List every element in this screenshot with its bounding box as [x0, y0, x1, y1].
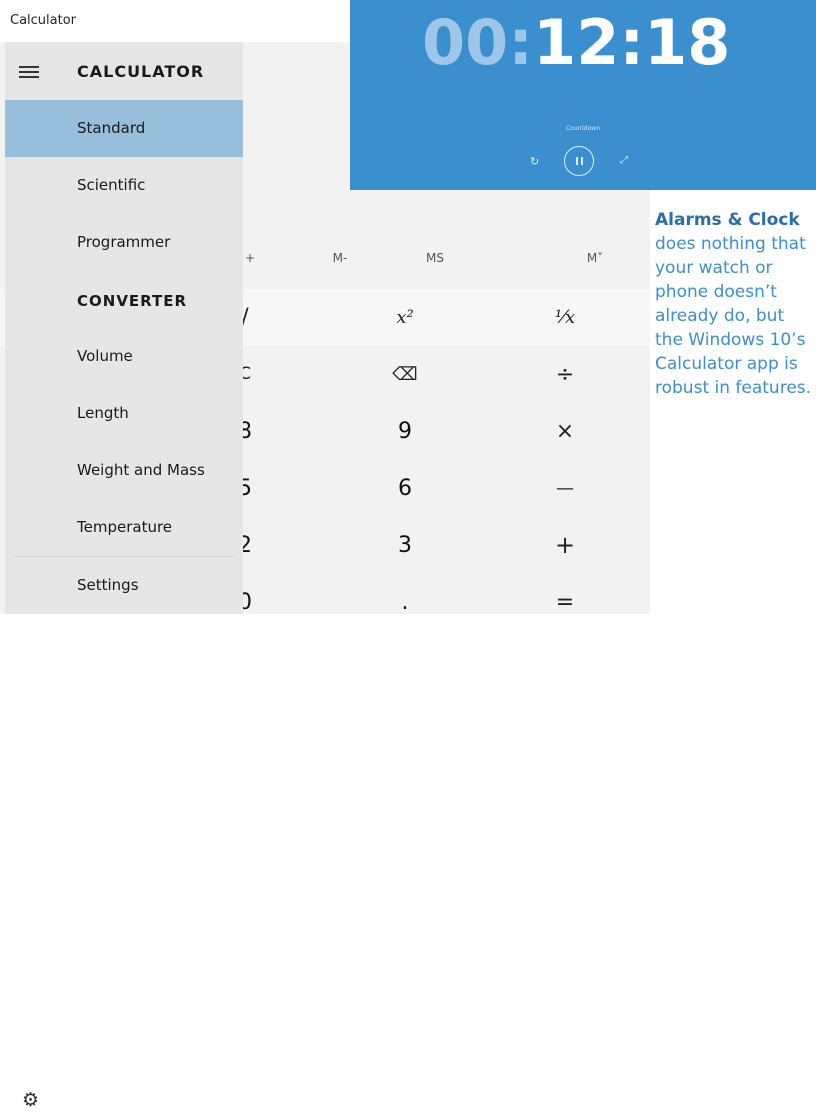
nav-item-label: Standard — [77, 119, 146, 137]
timer-seconds: 18 — [644, 6, 731, 79]
converter-heading: CONVERTER — [77, 292, 188, 310]
nav-item-temperature[interactable]: Temperature — [5, 499, 243, 556]
key-equals[interactable]: = — [535, 574, 595, 631]
article-caption: Alarms & Clock does nothing that your wa… — [655, 208, 816, 400]
key-decimal[interactable]: . — [375, 574, 435, 631]
nav-item-label: Length — [77, 404, 129, 422]
hamburger-icon[interactable] — [19, 66, 39, 78]
gear-icon: ⚙ — [22, 1089, 40, 1111]
nav-item-standard[interactable]: Standard — [5, 100, 243, 157]
nav-item-settings[interactable]: ⚙ Settings — [5, 557, 243, 1110]
key-divide[interactable]: ÷ — [535, 346, 595, 403]
caption-text: does nothing that your watch or phone do… — [655, 234, 812, 398]
timer-display: 00:12:18 — [422, 6, 730, 79]
memory-list-button[interactable]: M˅ — [550, 227, 640, 289]
timer-panel: 00:12:18 Countdown ↻ ⤢ — [350, 0, 816, 190]
reset-icon[interactable]: ↻ — [530, 155, 539, 168]
key-add[interactable]: + — [535, 517, 595, 574]
key-9[interactable]: 9 — [375, 403, 435, 460]
key-subtract[interactable]: — — [535, 460, 595, 517]
key-square[interactable]: x² — [375, 289, 435, 346]
expand-icon[interactable]: ⤢ — [620, 155, 628, 166]
window-title: Calculator — [10, 13, 77, 28]
navigation-pane: CALCULATOR Standard Scientific Programme… — [5, 42, 243, 1110]
nav-item-label: Settings — [77, 576, 139, 594]
timer-separator: : — [508, 6, 534, 79]
timer-label: Countdown — [565, 125, 600, 132]
pause-icon[interactable] — [564, 146, 594, 176]
nav-item-weight-and-mass[interactable]: Weight and Mass — [5, 442, 243, 499]
timer-minutes: 12 — [533, 6, 620, 79]
nav-title: CALCULATOR — [77, 62, 205, 81]
nav-item-label: Volume — [77, 347, 133, 365]
timer-separator: : — [619, 6, 645, 79]
memory-subtract-button[interactable]: M- — [295, 227, 385, 289]
nav-item-label: Scientific — [77, 176, 146, 194]
key-backspace[interactable]: ⌫ — [375, 346, 435, 403]
nav-item-label: Temperature — [77, 518, 173, 536]
caption-bold: Alarms & Clock — [655, 210, 800, 230]
key-reciprocal[interactable]: ¹⁄x — [535, 289, 595, 346]
memory-store-button[interactable]: MS — [390, 227, 480, 289]
backspace-icon: ⌫ — [392, 364, 418, 385]
key-6[interactable]: 6 — [375, 460, 435, 517]
nav-item-label: Programmer — [77, 233, 171, 251]
nav-header: CALCULATOR — [5, 42, 243, 100]
nav-item-programmer[interactable]: Programmer — [5, 214, 243, 271]
nav-item-label: Weight and Mass — [77, 461, 205, 479]
key-3[interactable]: 3 — [375, 517, 435, 574]
timer-hours: 00 — [422, 6, 509, 79]
nav-item-volume[interactable]: Volume — [5, 328, 243, 385]
nav-item-length[interactable]: Length — [5, 385, 243, 442]
key-multiply[interactable]: × — [535, 403, 595, 460]
nav-item-scientific[interactable]: Scientific — [5, 157, 243, 214]
